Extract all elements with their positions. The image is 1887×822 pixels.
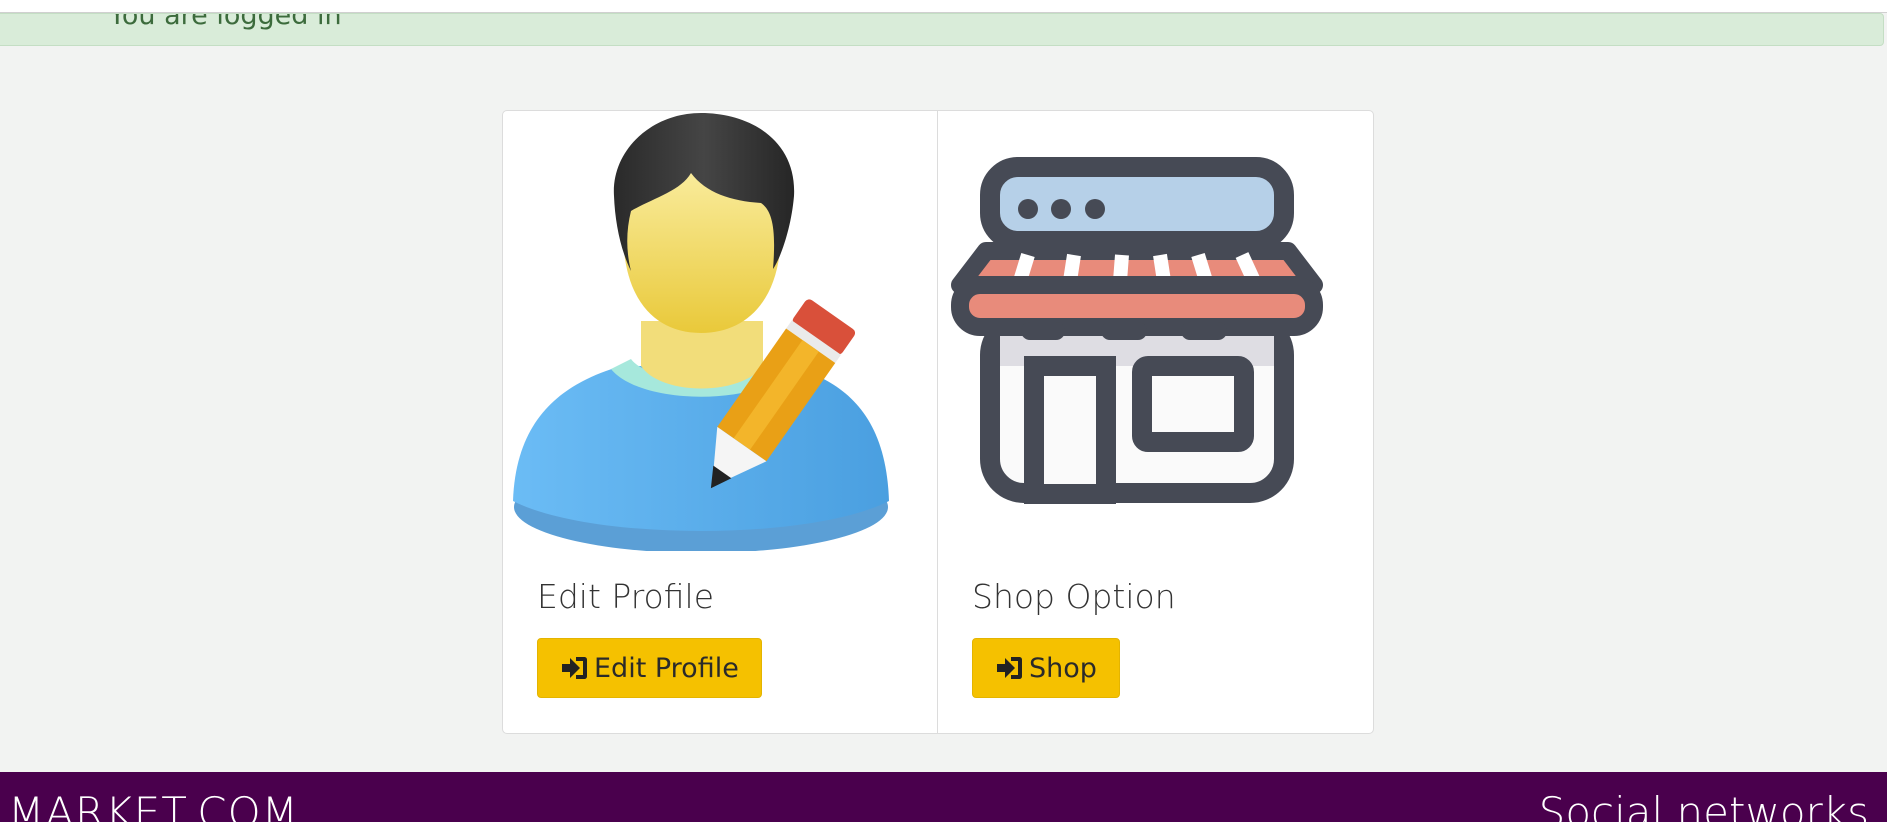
success-alert: You are logged in — [0, 13, 1884, 46]
card-title: Edit Profile — [537, 577, 715, 616]
footer-brand[interactable]: MARKET.COM — [8, 788, 299, 822]
footer: MARKET.COM Social networks — [0, 772, 1887, 822]
card-group: Edit Profile Edit Profile Shop Option Sh… — [502, 110, 1374, 734]
shop-icon — [951, 157, 1323, 504]
sign-in-icon — [997, 657, 1022, 679]
alert-text: You are logged in — [109, 13, 342, 31]
sign-in-icon — [562, 657, 587, 679]
shop-button[interactable]: Shop — [972, 638, 1120, 698]
shop-card: Shop Option Shop — [938, 111, 1373, 733]
edit-profile-button-label: Edit Profile — [594, 652, 739, 684]
social-networks-heading: Social networks — [1538, 788, 1869, 822]
user-edit-icon — [513, 113, 889, 551]
card-title: Shop Option — [972, 577, 1176, 616]
shop-button-label: Shop — [1029, 652, 1097, 684]
top-navbar-edge — [0, 0, 1887, 13]
edit-profile-card: Edit Profile Edit Profile — [503, 111, 938, 733]
edit-profile-button[interactable]: Edit Profile — [537, 638, 762, 698]
